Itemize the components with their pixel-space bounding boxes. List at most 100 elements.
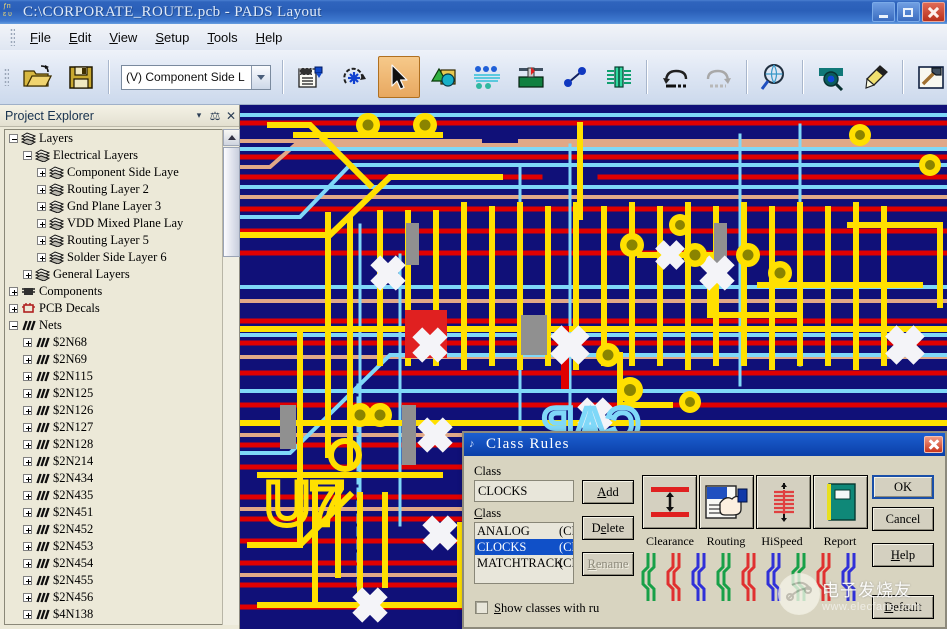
class-list-item[interactable]: MATCHTRACK(CR xyxy=(475,555,573,571)
select-tool-button[interactable] xyxy=(378,56,420,98)
expand-toggle-icon[interactable] xyxy=(23,423,32,432)
tree-item[interactable]: $4N140 xyxy=(5,623,222,625)
project-tree[interactable]: LayersElectrical LayersComponent Side La… xyxy=(4,129,222,625)
menu-setup[interactable]: Setup xyxy=(146,27,198,48)
report-rule-button[interactable] xyxy=(813,475,868,529)
expand-toggle-icon[interactable] xyxy=(23,559,32,568)
expand-toggle-icon[interactable] xyxy=(37,185,46,194)
ok-button[interactable]: OK xyxy=(872,475,934,499)
expand-toggle-icon[interactable] xyxy=(23,525,32,534)
cancel-button[interactable]: Cancel xyxy=(872,507,934,531)
tree-item[interactable]: $2N455 xyxy=(5,572,222,589)
tree-item[interactable]: VDD Mixed Plane Lay xyxy=(5,215,222,232)
minimize-button[interactable] xyxy=(872,2,895,22)
expand-toggle-icon[interactable] xyxy=(9,287,18,296)
tree-item[interactable]: $2N434 xyxy=(5,470,222,487)
show-classes-checkbox[interactable] xyxy=(475,601,488,614)
tree-item[interactable]: $2N128 xyxy=(5,436,222,453)
design-rules-button[interactable] xyxy=(290,56,332,98)
tree-item[interactable]: $4N138 xyxy=(5,606,222,623)
redo-button[interactable] xyxy=(698,56,740,98)
expand-toggle-icon[interactable] xyxy=(23,474,32,483)
menu-grip-handle[interactable] xyxy=(10,28,15,46)
expand-toggle-icon[interactable] xyxy=(23,542,32,551)
hispeed-rule-button[interactable] xyxy=(756,475,811,529)
layer-select-combo[interactable]: (V) Component Side L xyxy=(121,65,271,90)
expand-toggle-icon[interactable] xyxy=(37,219,46,228)
collapse-toggle-icon[interactable] xyxy=(9,321,18,330)
expand-toggle-icon[interactable] xyxy=(23,457,32,466)
expand-toggle-icon[interactable] xyxy=(23,355,32,364)
pour-manager-button[interactable] xyxy=(466,56,508,98)
tree-item[interactable]: Nets xyxy=(5,317,222,334)
tree-item[interactable]: $2N452 xyxy=(5,521,222,538)
tree-item[interactable]: Layers xyxy=(5,130,222,147)
collapse-toggle-icon[interactable] xyxy=(9,134,18,143)
expand-toggle-icon[interactable] xyxy=(23,338,32,347)
menu-help[interactable]: Help xyxy=(247,27,292,48)
maximize-button[interactable] xyxy=(897,2,920,22)
class-rules-dialog[interactable]: ♪ Class Rules Class CLOCKS Class ANALOG(… xyxy=(462,431,947,629)
explorer-pin-icon[interactable]: ⚖ xyxy=(207,108,223,124)
expand-toggle-icon[interactable] xyxy=(23,406,32,415)
explorer-menu-icon[interactable]: ▾ xyxy=(191,108,207,124)
tree-item[interactable]: $2N115 xyxy=(5,368,222,385)
class-name-input[interactable]: CLOCKS xyxy=(474,480,574,502)
auto-dimension-button[interactable] xyxy=(334,56,376,98)
routing-rule-button[interactable] xyxy=(699,475,754,529)
add-button[interactable]: Add xyxy=(582,480,634,504)
expand-toggle-icon[interactable] xyxy=(37,253,46,262)
class-list-item[interactable]: CLOCKS(CRH) xyxy=(475,539,573,555)
expand-toggle-icon[interactable] xyxy=(23,270,32,279)
expand-toggle-icon[interactable] xyxy=(23,576,32,585)
tree-item[interactable]: $2N68 xyxy=(5,334,222,351)
add-route-button[interactable] xyxy=(554,56,596,98)
toolbar-grip-handle[interactable] xyxy=(4,68,9,86)
expand-toggle-icon[interactable] xyxy=(23,372,32,381)
delete-button[interactable]: Delete xyxy=(582,516,634,540)
close-button[interactable] xyxy=(922,2,945,22)
pin-decal-button[interactable] xyxy=(598,56,640,98)
expand-toggle-icon[interactable] xyxy=(23,389,32,398)
tree-item[interactable]: $2N456 xyxy=(5,589,222,606)
chevron-down-icon[interactable] xyxy=(251,66,270,89)
drafting-button[interactable] xyxy=(422,56,464,98)
expand-toggle-icon[interactable] xyxy=(23,593,32,602)
open-file-button[interactable] xyxy=(16,56,58,98)
toolbox-button[interactable] xyxy=(910,56,947,98)
explorer-close-icon[interactable]: ✕ xyxy=(223,108,239,124)
tree-item[interactable]: $2N214 xyxy=(5,453,222,470)
tree-item[interactable]: $2N435 xyxy=(5,487,222,504)
tree-item[interactable]: $2N453 xyxy=(5,538,222,555)
class-list[interactable]: ANALOG(CRH)CLOCKS(CRH)MATCHTRACK(CR xyxy=(474,522,574,584)
expand-toggle-icon[interactable] xyxy=(23,610,32,619)
tree-item[interactable]: Gnd Plane Layer 3 xyxy=(5,198,222,215)
save-file-button[interactable] xyxy=(60,56,102,98)
tree-item[interactable]: $2N454 xyxy=(5,555,222,572)
view-all-button[interactable] xyxy=(754,56,796,98)
dialog-close-icon[interactable] xyxy=(924,436,943,453)
highlight-button[interactable] xyxy=(854,56,896,98)
menu-edit[interactable]: Edit xyxy=(60,27,100,48)
tree-item[interactable]: General Layers xyxy=(5,266,222,283)
expand-toggle-icon[interactable] xyxy=(23,508,32,517)
tree-item[interactable]: Electrical Layers xyxy=(5,147,222,164)
split-plane-button[interactable] xyxy=(510,56,552,98)
scroll-up-arrow-icon[interactable] xyxy=(223,129,240,146)
tree-item[interactable]: PCB Decals xyxy=(5,300,222,317)
expand-toggle-icon[interactable] xyxy=(23,440,32,449)
expand-toggle-icon[interactable] xyxy=(23,491,32,500)
tree-item[interactable]: Component Side Laye xyxy=(5,164,222,181)
help-button[interactable]: Help xyxy=(872,543,934,567)
tree-item[interactable]: $2N69 xyxy=(5,351,222,368)
tree-item[interactable]: Solder Side Layer 6 xyxy=(5,249,222,266)
tree-item[interactable]: Routing Layer 2 xyxy=(5,181,222,198)
tree-item[interactable]: $2N126 xyxy=(5,402,222,419)
undo-button[interactable] xyxy=(654,56,696,98)
tree-item[interactable]: Components xyxy=(5,283,222,300)
tree-item[interactable]: $2N125 xyxy=(5,385,222,402)
collapse-toggle-icon[interactable] xyxy=(23,151,32,160)
menu-tools[interactable]: Tools xyxy=(198,27,246,48)
tree-item[interactable]: $2N127 xyxy=(5,419,222,436)
zoom-button[interactable] xyxy=(810,56,852,98)
